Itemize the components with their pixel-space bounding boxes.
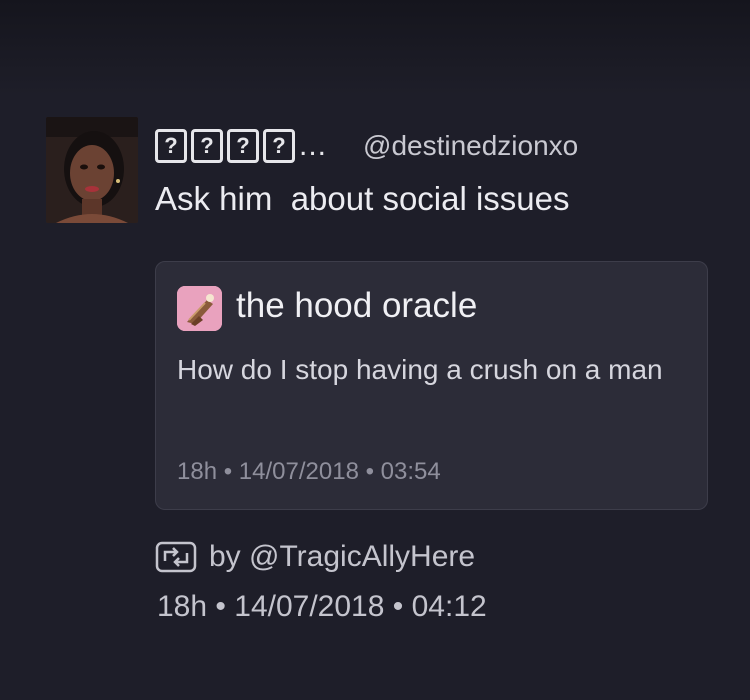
name-ellipsis: ... (299, 129, 328, 162)
quoted-text: How do I stop having a crush on a man (177, 354, 663, 385)
quoted-tweet-card[interactable]: the hood oracle How do I stop having a c… (155, 261, 708, 510)
missing-glyph-box: ? (155, 129, 187, 163)
avatar[interactable] (46, 117, 138, 223)
quoted-timestamp: 18h • 14/07/2018 • 03:54 (177, 458, 441, 486)
missing-glyph-box: ? (227, 129, 259, 163)
missing-glyph-box: ? (191, 129, 223, 163)
tweet-header: ? ? ? ? ... @destinedzionxo (155, 124, 578, 168)
retweet-by-text: by @TragicAllyHere (209, 540, 476, 573)
dot-separator: • (392, 590, 404, 623)
tweet-date: 14/07/2018 (234, 590, 385, 623)
quoted-time: 03:54 (380, 458, 441, 485)
tweet-time: 04:12 (411, 590, 487, 623)
quoted-age: 18h (177, 458, 218, 485)
top-shadow (0, 0, 750, 95)
crystal-ball-icon (177, 286, 222, 331)
tweet-timestamp: 18h • 14/07/2018 • 04:12 (157, 590, 487, 624)
missing-glyph-box: ? (263, 129, 295, 163)
tweet-text: Ask him about social issues (155, 180, 570, 217)
dot-separator: • (215, 590, 226, 623)
display-name[interactable]: ? ? ? ? (155, 129, 295, 163)
user-handle[interactable]: @destinedzionxo (363, 130, 578, 162)
quoted-name: the hood oracle (236, 286, 478, 325)
quoted-date: 14/07/2018 (238, 458, 359, 485)
dot-separator: • (223, 458, 233, 485)
retweet-attribution[interactable]: by @TragicAllyHere (155, 540, 475, 574)
avatar-portrait-icon (46, 117, 138, 223)
tweet-page: ? ? ? ? ... @destinedzionxo Ask him abou… (0, 0, 750, 700)
quoted-avatar (177, 286, 222, 331)
dot-separator: • (365, 458, 374, 485)
retweet-icon (155, 541, 197, 573)
tweet-age: 18h (157, 590, 208, 623)
